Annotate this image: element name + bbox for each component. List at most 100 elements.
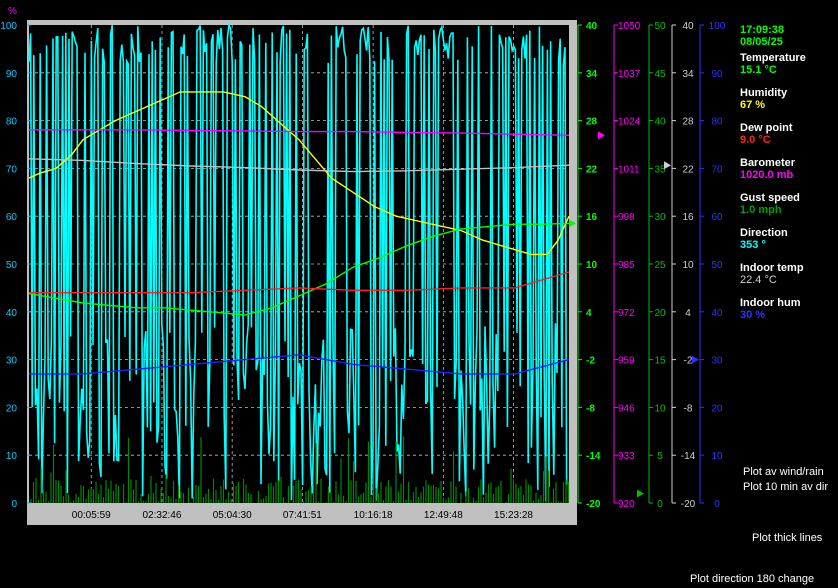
axis-tick-label: 40 [586, 21, 598, 32]
barometer-value: 1020.0 mb [740, 169, 794, 181]
axis-tick-label: 946 [618, 403, 635, 414]
axis-tick-label: -20 [586, 499, 601, 510]
axis-tick-label: 22 [586, 164, 598, 175]
axis-tick-label: 4 [586, 308, 592, 319]
axis-tick-label: 30 [711, 356, 723, 367]
axis-tick-label: 20 [711, 403, 723, 414]
indoor-hum-label: Indoor hum [740, 297, 801, 309]
axis-tick-label: 80 [711, 117, 723, 128]
x-tick-label: 12:49:48 [424, 510, 463, 521]
axis-tick-label: 4 [685, 308, 691, 319]
gust-label: Gust speed [740, 192, 800, 204]
axis-tick-label: 50 [6, 260, 18, 271]
direction-value: 353 ° [740, 239, 766, 251]
plot-10min-option[interactable]: Plot 10 min av dir [743, 481, 828, 493]
x-tick-label: 00:05:59 [72, 510, 111, 521]
axis-tick-label: 10 [682, 260, 694, 271]
axis-tick-label: 0 [714, 499, 720, 510]
axis-tick-label: 0 [11, 499, 17, 510]
axis-tick-label: 60 [711, 212, 723, 223]
axis-tick-label: 10 [586, 260, 598, 271]
axis-tick-label: 20 [654, 308, 666, 319]
temperature-label: Temperature [740, 52, 806, 64]
axis-tick-label: 959 [618, 356, 635, 367]
x-tick-label: 02:32:46 [143, 510, 182, 521]
dewpoint-value: 9.0 °C [740, 134, 771, 146]
axis-tick-label: 16 [586, 212, 598, 223]
axis-tick-label: 60 [6, 212, 18, 223]
barometer-label: Barometer [740, 157, 796, 169]
direction-label: Direction [740, 227, 788, 239]
indoor-temp-label: Indoor temp [740, 262, 804, 274]
axis-tick-label: 933 [618, 451, 635, 462]
axis-tick-label: 50 [654, 21, 666, 32]
axis-tick-label: 100 [0, 21, 17, 32]
axis-tick-label: 20 [6, 403, 18, 414]
axis-tick-label: 90 [711, 69, 723, 80]
gust-marker [637, 489, 644, 498]
axis-tick-label: -20 [681, 499, 696, 510]
axis-tick-label: 16 [682, 212, 694, 223]
axis-tick-label: 40 [682, 21, 694, 32]
humidity-value: 67 % [740, 99, 766, 111]
axis-tick-label: 28 [586, 117, 598, 128]
axis-tick-label: 70 [711, 164, 723, 175]
axis-tick-label: 972 [618, 308, 635, 319]
barometer-marker [598, 131, 605, 140]
axis-tick-label: -14 [681, 451, 696, 462]
axis-tick-label: 40 [654, 117, 666, 128]
axis-tick-label: 985 [618, 260, 635, 271]
axis-tick-label: 34 [682, 69, 694, 80]
axis-tick-label: 34 [586, 69, 598, 80]
axis-tick-label: 920 [618, 499, 635, 510]
x-tick-label: 05:04:30 [213, 510, 252, 521]
indoor-hum-marker [692, 355, 699, 364]
axis-tick-label: 90 [6, 69, 18, 80]
axis-tick-label: 10 [711, 451, 723, 462]
axis-tick-label: 40 [711, 308, 723, 319]
axis-tick-label: 30 [654, 212, 666, 223]
axis-tick-label: 30 [6, 356, 18, 367]
axis-tick-label: 998 [618, 212, 635, 223]
axis-tick-label: 80 [6, 117, 18, 128]
gust-value: 1.0 mph [740, 204, 782, 216]
plot-thick-option[interactable]: Plot thick lines [752, 532, 822, 544]
axis-tick-label: -2 [586, 356, 595, 367]
humidity-label: Humidity [740, 87, 788, 99]
axis-tick-label: 28 [682, 117, 694, 128]
x-tick-label: 10:16:18 [354, 510, 393, 521]
time-readout: 17:09:38 [740, 24, 785, 36]
axis-tick-label: 100 [709, 21, 726, 32]
axis-tick-label: 1050 [618, 21, 641, 32]
axis-tick-label: 0 [657, 499, 663, 510]
axis-tick-label: 40 [6, 308, 18, 319]
axis-tick-label: 5 [657, 451, 663, 462]
axis-tick-label: 1024 [618, 117, 641, 128]
indoor-temp-marker [664, 161, 671, 170]
x-tick-label: 07:41:51 [283, 510, 322, 521]
plot-direction-option[interactable]: Plot direction 180 change [690, 573, 814, 585]
axis-tick-label: 45 [654, 69, 666, 80]
axis-tick-label: -2 [684, 356, 693, 367]
axis-tick-label: 25 [654, 260, 666, 271]
axis-tick-label: 1037 [618, 69, 641, 80]
axis-tick-label: 15 [654, 356, 666, 367]
axis-tick-label: -8 [684, 403, 693, 414]
axis-tick-label: 22 [682, 164, 694, 175]
indoor-hum-value: 30 % [740, 309, 766, 321]
x-tick-label: 15:23:28 [494, 510, 533, 521]
axis-tick-label: 1011 [618, 164, 640, 175]
readout-panel: 17:09:38 08/05/25 Temperature 15.1 °C Hu… [740, 24, 836, 332]
axis-tick-label: 70 [6, 164, 18, 175]
date-readout: 08/05/25 [740, 36, 783, 48]
dewpoint-label: Dew point [740, 122, 793, 134]
axis-tick-label: -8 [586, 403, 595, 414]
weather-chart: 00:05:59 02:32:46 05:04:30 07:41:51 10:16:18… [0, 6, 726, 525]
plot-av-wind-option[interactable]: Plot av wind/rain [743, 466, 824, 478]
axis-tick-label: 50 [711, 260, 723, 271]
axis-tick-label: 10 [6, 451, 18, 462]
indoor-temp-value: 22.4 °C [740, 274, 777, 286]
axis-tick-label: -14 [586, 451, 601, 462]
temperature-value: 15.1 °C [740, 64, 777, 76]
axis-tick-label: 10 [654, 403, 666, 414]
